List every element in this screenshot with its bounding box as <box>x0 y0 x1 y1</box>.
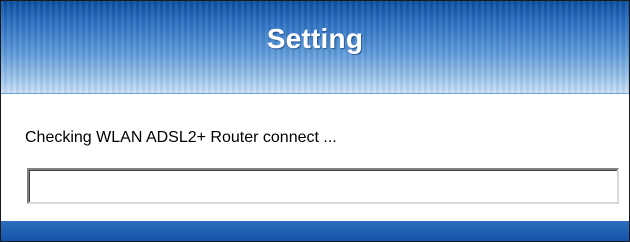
dialog-header: Setting <box>1 1 629 94</box>
status-message: Checking WLAN ADSL2+ Router connect ... <box>25 129 337 146</box>
progress-bar <box>27 168 619 204</box>
progress-track <box>29 170 617 202</box>
dialog-title: Setting <box>266 23 364 54</box>
setting-dialog: Setting Checking WLAN ADSL2+ Router conn… <box>0 0 630 242</box>
dialog-footer <box>1 221 629 241</box>
